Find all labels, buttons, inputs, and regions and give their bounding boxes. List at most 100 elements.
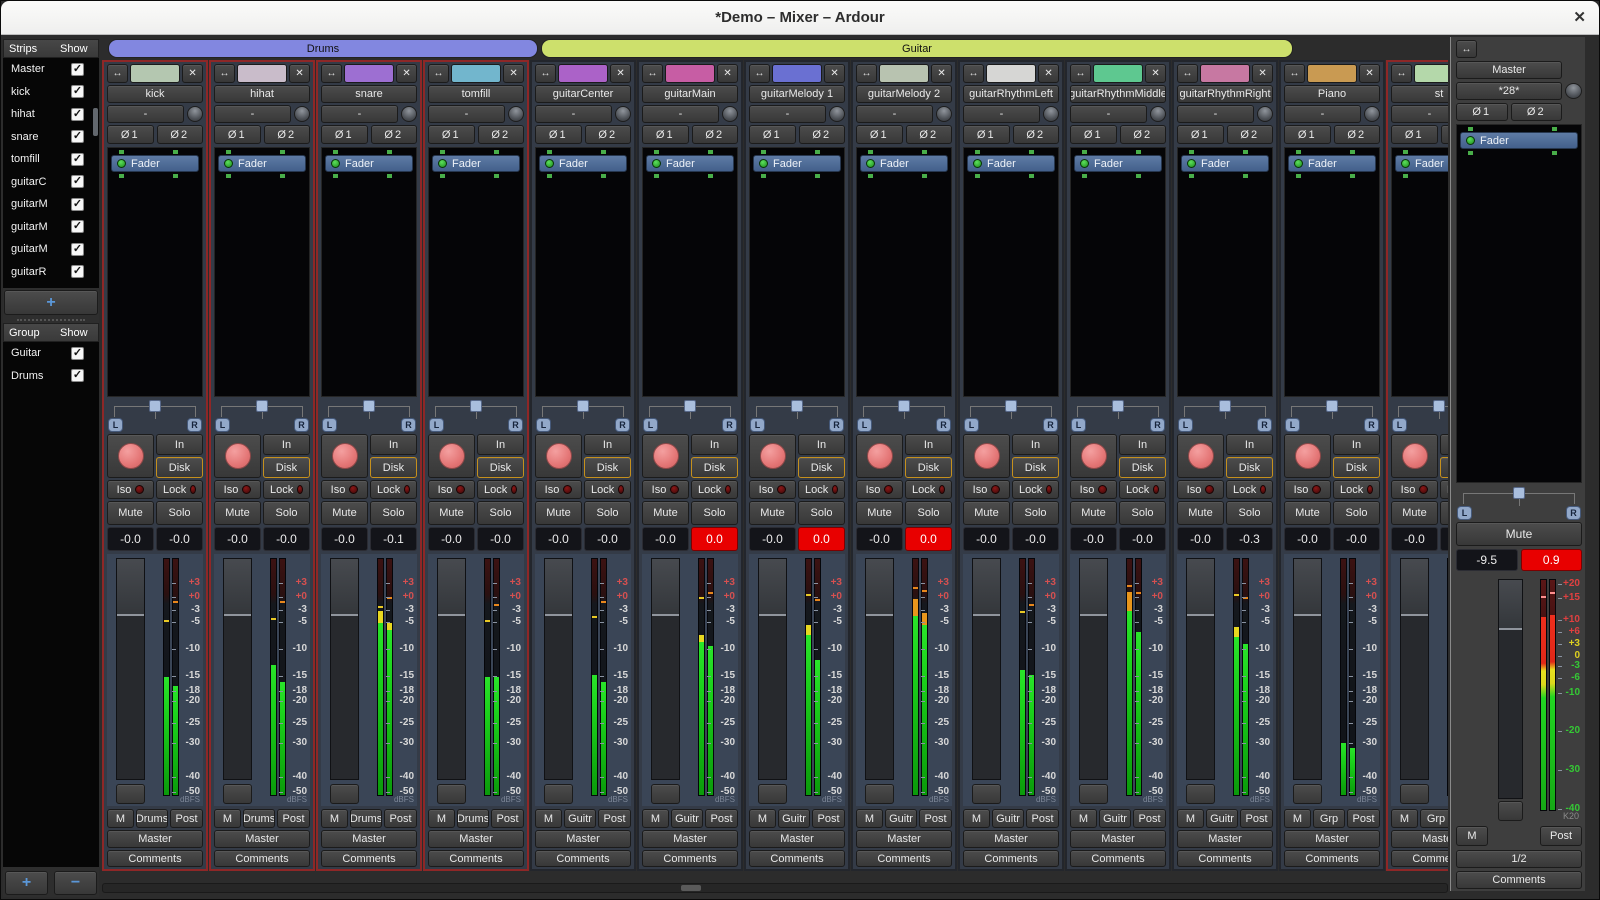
strip-list-item-row[interactable]: guitarM✓ — [3, 216, 99, 239]
solo-lock-button[interactable]: Lock — [798, 480, 845, 499]
mute-button[interactable]: Mute — [642, 501, 689, 525]
strip-name-button[interactable]: Master — [1456, 61, 1562, 79]
fader-processor[interactable]: Fader — [753, 155, 841, 172]
fader-handle[interactable] — [973, 559, 1000, 616]
pan-right-button[interactable]: R — [615, 418, 630, 432]
mute-button[interactable]: Mute — [214, 501, 261, 525]
strip-width-button[interactable]: ↔ — [963, 64, 984, 83]
gain-fader[interactable] — [972, 558, 1001, 780]
strip-width-button[interactable]: ↔ — [1456, 40, 1477, 58]
record-enable-button[interactable] — [1284, 434, 1331, 478]
trim-button[interactable]: - — [1284, 105, 1361, 123]
solo-lock-button[interactable]: Lock — [691, 480, 738, 499]
phase-2-button[interactable]: Ø2 — [1511, 103, 1563, 121]
layer-display-button[interactable]: 1/2 — [1456, 850, 1582, 868]
record-enable-button[interactable] — [642, 434, 689, 478]
peak-display[interactable]: 0.0 — [905, 527, 952, 551]
strips-list-scrollbar[interactable] — [93, 108, 98, 136]
pan-handle[interactable] — [470, 400, 482, 412]
pan-handle[interactable] — [1112, 400, 1124, 412]
solo-button[interactable]: Solo — [1012, 501, 1059, 525]
comments-button[interactable]: Comments — [428, 850, 524, 867]
pan-handle[interactable] — [149, 400, 161, 412]
gain-fader[interactable] — [223, 558, 252, 780]
solo-lock-button[interactable]: Lock — [1333, 480, 1380, 499]
trim-button[interactable]: - — [856, 105, 933, 123]
strip-name-button[interactable]: tomfill — [428, 85, 524, 103]
gain-display[interactable]: -0.0 — [856, 527, 903, 551]
solo-button[interactable]: Solo — [156, 501, 203, 525]
solo-lock-button[interactable]: Lock — [1119, 480, 1166, 499]
meter-point-button[interactable]: Post — [1240, 809, 1273, 828]
monitor-disk-button[interactable]: Disk — [156, 457, 203, 478]
output-button[interactable]: Master — [1070, 830, 1166, 848]
processor-active-led[interactable] — [1401, 159, 1410, 168]
processor-box[interactable]: Fader — [321, 147, 417, 397]
group-button[interactable]: Drums — [136, 809, 168, 828]
strip-color-bar[interactable] — [130, 64, 180, 83]
strip-width-button[interactable]: ↔ — [856, 64, 877, 83]
group-button[interactable]: Guitr — [564, 809, 596, 828]
trim-knob[interactable] — [1257, 106, 1273, 122]
fader-processor[interactable]: Fader — [646, 155, 734, 172]
pan-widget[interactable]: L R — [321, 399, 417, 432]
processor-active-led[interactable] — [1187, 159, 1196, 168]
trim-button[interactable]: - — [214, 105, 291, 123]
phase-1-button[interactable]: Ø1 — [1284, 125, 1331, 144]
peak-reset-box[interactable] — [972, 784, 1001, 804]
strip-hide-button[interactable]: ✕ — [1359, 64, 1380, 83]
output-button[interactable]: Master — [749, 830, 845, 848]
phase-2-button[interactable]: Ø2 — [906, 125, 953, 144]
solo-isolate-button[interactable]: Iso — [321, 480, 368, 499]
trim-knob[interactable] — [1043, 106, 1059, 122]
peak-display[interactable]: 0.0 — [691, 527, 738, 551]
solo-button[interactable]: Solo — [1440, 501, 1448, 525]
output-button[interactable]: Master — [1177, 830, 1273, 848]
strip-hide-button[interactable]: ✕ — [396, 64, 417, 83]
trim-knob[interactable] — [401, 106, 417, 122]
pan-left-button[interactable]: L — [215, 418, 230, 432]
pan-left-button[interactable]: L — [964, 418, 979, 432]
strip-list-item-row[interactable]: guitarC✓ — [3, 171, 99, 194]
trim-button[interactable]: - — [1070, 105, 1147, 123]
phase-1-button[interactable]: Ø1 — [428, 125, 475, 144]
solo-isolate-button[interactable]: Iso — [107, 480, 154, 499]
gain-fader[interactable] — [1400, 558, 1429, 780]
mute-button[interactable]: Mute — [321, 501, 368, 525]
strip-width-button[interactable]: ↔ — [1177, 64, 1198, 83]
meter-point-button[interactable]: Post — [384, 809, 417, 828]
comments-button[interactable]: Comments — [856, 850, 952, 867]
processor-box[interactable]: Fader — [749, 147, 845, 397]
peak-display[interactable]: -0.0 — [477, 527, 524, 551]
group-button[interactable]: Guitr — [992, 809, 1024, 828]
strip-color-bar[interactable] — [1200, 64, 1250, 83]
solo-isolate-button[interactable]: Iso — [642, 480, 689, 499]
meter-point-button[interactable]: Post — [277, 809, 310, 828]
fader-processor[interactable]: Fader — [218, 155, 306, 172]
peak-display[interactable]: -0.0 — [1012, 527, 1059, 551]
gain-display[interactable]: -0.0 — [321, 527, 368, 551]
phase-2-button[interactable]: Ø2 — [1334, 125, 1381, 144]
pan-handle[interactable] — [363, 400, 375, 412]
peak-display[interactable]: -0.0 — [1119, 527, 1166, 551]
phase-1-button[interactable]: Ø1 — [1391, 125, 1438, 144]
strip-width-button[interactable]: ↔ — [749, 64, 770, 83]
monitor-input-button[interactable]: In — [905, 434, 952, 455]
pan-handle[interactable] — [1326, 400, 1338, 412]
trim-button[interactable]: - — [749, 105, 826, 123]
fader-processor[interactable]: Fader — [1395, 155, 1448, 172]
fader-processor[interactable]: Fader — [860, 155, 948, 172]
monitor-input-button[interactable]: In — [477, 434, 524, 455]
peak-display[interactable]: -0.3 — [1226, 527, 1273, 551]
pan-handle[interactable] — [1433, 400, 1445, 412]
comments-button[interactable]: Comments — [321, 850, 417, 867]
monitor-input-button[interactable]: In — [156, 434, 203, 455]
processor-box[interactable]: Fader — [214, 147, 310, 397]
processor-box[interactable]: Fader — [428, 147, 524, 397]
comments-button[interactable]: Comments — [642, 850, 738, 867]
peak-display[interactable]: -0.1 — [370, 527, 417, 551]
peak-display[interactable]: 0.9 — [1521, 549, 1583, 571]
strip-list-item-visible-checkbox[interactable]: ✓ — [71, 108, 84, 121]
strip-name-button[interactable]: guitarRhythmLeft — [963, 85, 1059, 103]
metering-button[interactable]: M — [214, 809, 241, 828]
